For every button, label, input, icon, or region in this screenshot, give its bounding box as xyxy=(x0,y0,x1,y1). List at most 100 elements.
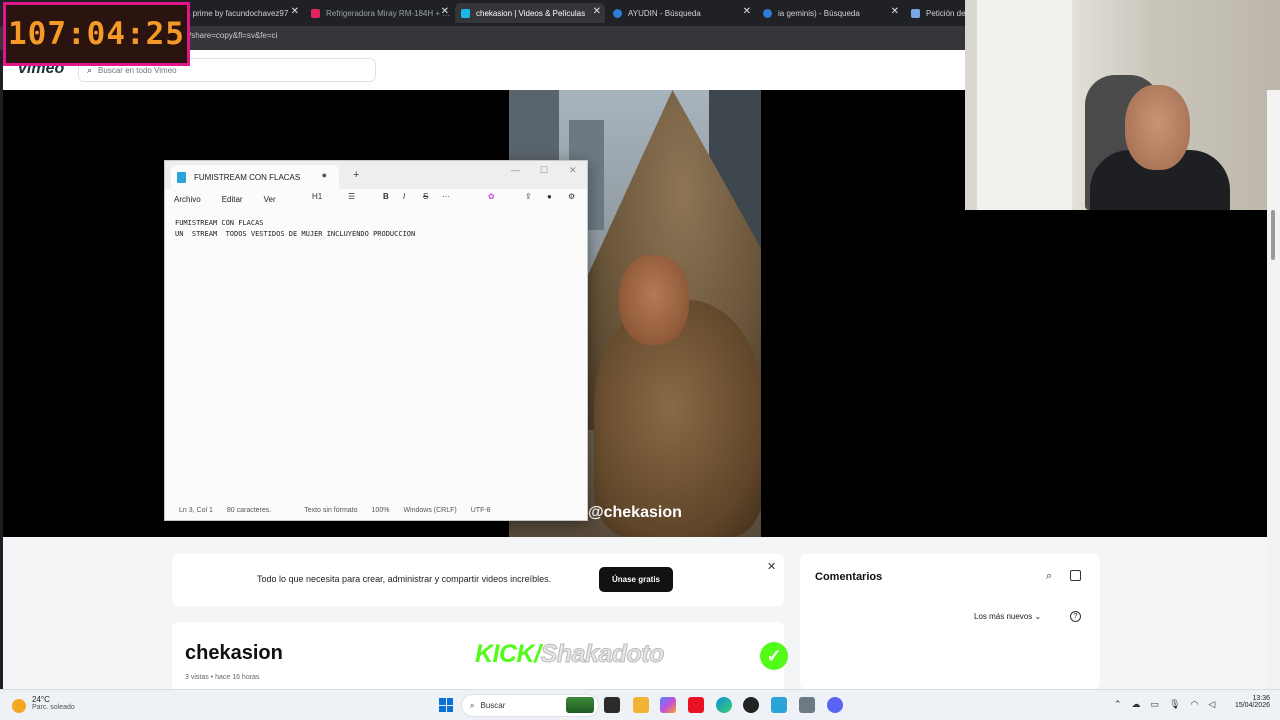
sun-icon xyxy=(12,699,26,713)
comments-title: Comentarios xyxy=(815,571,883,583)
status-format[interactable]: Texto sin formato xyxy=(304,507,357,514)
wifi-icon[interactable]: ◠ xyxy=(1191,699,1199,710)
tab-close-icon[interactable]: ✕ xyxy=(891,6,899,17)
scrollbar-thumb[interactable] xyxy=(1271,210,1275,260)
text-line: FUMISTREAM CON FLACAS xyxy=(175,219,264,227)
help-icon[interactable]: ? xyxy=(1070,611,1081,622)
weather-desc: Parc. soleado xyxy=(32,704,75,711)
gemini-icon xyxy=(911,8,920,18)
notepad-titlebar: FUMISTREAM CON FLACAS ● + — ☐ ✕ xyxy=(165,161,587,189)
settings-gear-icon[interactable]: ⚙ xyxy=(568,192,575,201)
menu-editar[interactable]: Editar xyxy=(222,195,243,204)
channel-name[interactable]: chekasion xyxy=(185,642,283,665)
edge-browser-icon[interactable] xyxy=(716,697,732,713)
tab-title: ia geminis) - Búsqueda xyxy=(778,8,860,18)
chevron-down-icon: ⌄ xyxy=(1034,612,1042,621)
clock-time: 13:36 xyxy=(1252,695,1270,702)
kick-banner-name: Shakadoto xyxy=(540,640,665,669)
notepad-text-area[interactable]: FUMISTREAM CON FLACAS UN STREAM TODOS VES… xyxy=(175,218,415,240)
clock-date: 15/04/2026 xyxy=(1234,702,1270,709)
kick-banner-prefix: KICK/ xyxy=(475,640,541,668)
heading-button[interactable]: H1 xyxy=(312,192,322,201)
kick-banner: KICK/Shakadoto xyxy=(475,640,665,669)
url-text[interactable]: /share=copy&fl=sv&fe=ci xyxy=(189,31,277,40)
expand-panel-icon[interactable] xyxy=(1070,570,1081,581)
italic-button[interactable]: I xyxy=(403,192,405,201)
search-icon[interactable]: ⌕ xyxy=(1046,570,1052,583)
volume-icon[interactable]: ◁ xyxy=(1208,699,1215,710)
tab-favicon-icon xyxy=(311,8,320,18)
calculator-icon[interactable] xyxy=(799,697,815,713)
search-icon: ⌕ xyxy=(470,700,475,710)
browser-tab-active[interactable]: chekasion | Videos & Películas ✕ xyxy=(455,3,605,23)
sort-dropdown[interactable]: Los más nuevos ⌄ xyxy=(974,612,1041,621)
page-scrollbar[interactable] xyxy=(1267,90,1280,689)
search-icon xyxy=(613,8,622,18)
share-icon[interactable]: ⇪ xyxy=(525,192,532,201)
comments-panel: Comentarios ⌕ Los más nuevos ⌄ ? xyxy=(800,554,1100,689)
minimize-icon[interactable]: — xyxy=(511,165,520,175)
video-meta: 3 vistas • hace 16 horas xyxy=(185,674,260,681)
tab-title: Petición de l xyxy=(926,8,965,18)
microphone-icon[interactable]: 🎙 xyxy=(1169,699,1180,710)
status-encoding[interactable]: UTF-8 xyxy=(471,507,491,514)
file-explorer-icon[interactable] xyxy=(633,697,649,713)
taskbar-app-icon[interactable] xyxy=(604,697,620,713)
text-line: UN STREAM TODOS VESTIDOS DE MUJER INCLUY… xyxy=(175,230,416,238)
promo-text: Todo lo que necesita para crear, adminis… xyxy=(257,574,552,584)
bold-button[interactable]: B xyxy=(383,192,389,201)
strikethrough-button[interactable]: S xyxy=(423,192,428,201)
maximize-icon[interactable]: ☐ xyxy=(540,165,548,176)
signup-promo: Todo lo que necesita para crear, adminis… xyxy=(172,554,784,606)
browser-tab[interactable]: ia geminis) - Búsqueda ✕ xyxy=(757,3,903,23)
join-free-button[interactable]: Únase gratis xyxy=(599,567,673,592)
weather-widget[interactable]: 24°C Parc. soleado xyxy=(12,695,75,713)
tab-close-icon[interactable]: ✕ xyxy=(593,6,601,17)
menu-ver[interactable]: Ver xyxy=(264,195,276,204)
tab-close-icon[interactable]: ✕ xyxy=(743,6,751,17)
timer-text: 107:04:25 xyxy=(8,16,185,52)
chevron-up-icon[interactable]: ⌃ xyxy=(1114,699,1122,710)
system-tray: ⌃ ☁ ▭ 🎙 ◠ ◁ xyxy=(1114,699,1215,710)
verified-check-icon: ✓ xyxy=(760,642,788,670)
account-icon[interactable]: ● xyxy=(547,192,552,201)
more-button[interactable]: ··· xyxy=(442,192,450,201)
taskbar-search-label: Buscar xyxy=(480,701,506,710)
windows-start-icon[interactable] xyxy=(439,698,453,712)
close-icon[interactable]: ✕ xyxy=(569,165,577,176)
status-cursor-position: Ln 3, Col 1 xyxy=(179,506,213,514)
taskbar-app-icon[interactable] xyxy=(688,697,704,713)
discord-icon[interactable] xyxy=(827,697,843,713)
status-line-ending[interactable]: Windows (CRLF) xyxy=(403,507,456,514)
notepad-icon[interactable] xyxy=(771,697,787,713)
menu-archivo[interactable]: Archivo xyxy=(174,195,201,204)
copilot-icon[interactable] xyxy=(660,697,676,713)
close-icon[interactable]: ✕ xyxy=(767,560,776,573)
tab-close-icon[interactable]: ✕ xyxy=(291,6,299,17)
vimeo-favicon-icon xyxy=(461,8,470,18)
browser-tab[interactable]: AYUDIN - Búsqueda ✕ xyxy=(607,3,755,23)
display-icon[interactable]: ▭ xyxy=(1151,699,1160,710)
webcam-overlay xyxy=(965,0,1280,210)
notepad-window[interactable]: FUMISTREAM CON FLACAS ● + — ☐ ✕ Archivo … xyxy=(164,160,588,521)
search-icon xyxy=(763,8,772,18)
new-tab-button[interactable]: + xyxy=(353,169,359,181)
tab-close-icon[interactable]: ✕ xyxy=(441,6,449,17)
windows-taskbar: 24°C Parc. soleado ⌕ Buscar ⌃ ☁ ▭ 🎙 ◠ ◁ … xyxy=(0,689,1280,720)
notepad-menubar: Archivo Editar Ver xyxy=(165,189,587,209)
tab-title: chekasion | Videos & Películas xyxy=(476,8,586,18)
taskbar-forest-widget-icon[interactable] xyxy=(566,697,594,713)
cloud-icon[interactable]: ☁ xyxy=(1132,699,1141,710)
weather-temp: 24°C xyxy=(32,695,50,704)
obs-icon[interactable] xyxy=(743,697,759,713)
status-zoom[interactable]: 100% xyxy=(372,507,390,514)
browser-tab[interactable]: Petición de l xyxy=(905,3,965,23)
unsaved-dot-icon[interactable]: ● xyxy=(322,170,327,180)
taskbar-clock[interactable]: 13:36 15/04/2026 xyxy=(1222,695,1270,709)
copilot-icon[interactable]: ✿ xyxy=(488,192,495,201)
video-watermark: @chekasion xyxy=(588,504,682,521)
notepad-tab-title: FUMISTREAM CON FLACAS xyxy=(194,172,301,182)
list-icon[interactable]: ☰ xyxy=(348,192,355,201)
notepad-tab[interactable]: FUMISTREAM CON FLACAS ● xyxy=(171,165,339,189)
browser-tab[interactable]: Refrigeradora Miray RM-184H + … ✕ xyxy=(305,3,453,23)
